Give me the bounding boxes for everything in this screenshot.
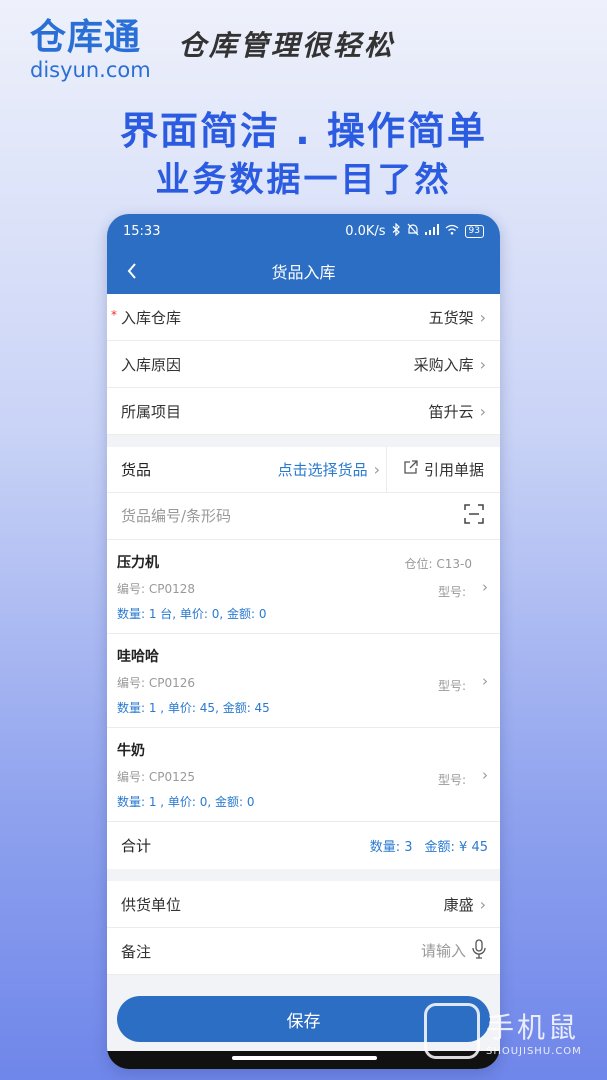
watermark: 手机鼠 SHOUJISHU.COM <box>424 1003 582 1059</box>
supplier-label: 供货单位 <box>121 895 182 914</box>
item-quantity: 数量: 1 , 单价: 0, 金额: 0 <box>117 795 255 809</box>
project-value: 笛升云 <box>428 402 474 421</box>
section-gap <box>107 435 500 447</box>
note-row: 备注 <box>107 928 500 975</box>
item-model: 型号: <box>437 773 466 787</box>
chevron-right-icon: › <box>479 401 486 421</box>
goods-search-row <box>107 493 500 540</box>
item-model: 型号: <box>437 679 466 693</box>
item-name: 牛奶 <box>117 743 145 759</box>
reason-label: 入库原因 <box>121 355 182 374</box>
chevron-right-icon: › <box>373 460 380 479</box>
warehouse-row[interactable]: * 入库仓库 五货架 › <box>107 294 500 341</box>
chevron-left-icon[interactable] <box>121 258 143 284</box>
item-name: 哇哈哈 <box>117 649 159 665</box>
reference-document-button[interactable]: 引用单据 <box>387 459 500 480</box>
battery-icon: 93 <box>464 224 484 238</box>
watermark-logo-icon <box>424 1003 480 1059</box>
total-row: 合计 数量: 3 金额: ¥ 45 <box>107 822 500 869</box>
slogan: 仓库管理很轻松 <box>178 29 396 62</box>
select-goods-label: 点击选择货品 <box>277 461 368 479</box>
item-quantity: 数量: 1 , 单价: 45, 金额: 45 <box>117 701 270 715</box>
goods-list-item[interactable]: 哇哈哈 编号: CP0126 型号: › 数量: 1 , 单价: 45, 金额:… <box>107 634 500 728</box>
mute-bell-icon <box>407 223 419 240</box>
watermark-domain: SHOUJISHU.COM <box>486 1045 582 1057</box>
required-mark: * <box>111 308 117 322</box>
note-input[interactable] <box>316 942 466 960</box>
headline-primary: 界面简洁 . 操作简单 <box>120 109 487 153</box>
supplier-value: 康盛 <box>443 895 474 914</box>
microphone-icon[interactable] <box>472 939 486 963</box>
reference-document-label: 引用单据 <box>423 461 484 479</box>
brand-name: 仓库通 <box>30 17 142 58</box>
item-code: 编号: CP0126 <box>117 676 196 690</box>
headline-secondary: 业务数据一目了然 <box>155 160 452 200</box>
network-speed: 0.0K/s <box>345 223 386 239</box>
total-amount: 金额: ¥ 45 <box>424 840 488 855</box>
home-indicator[interactable] <box>232 1056 377 1060</box>
reason-row[interactable]: 入库原因 采购入库 › <box>107 341 500 388</box>
scan-icon[interactable] <box>464 504 484 528</box>
page-title: 货品入库 <box>271 263 336 282</box>
item-quantity: 数量: 1 台, 单价: 0, 金额: 0 <box>117 607 267 621</box>
item-code: 编号: CP0128 <box>117 582 196 596</box>
supplier-row[interactable]: 供货单位 康盛 › <box>107 881 500 928</box>
item-code: 编号: CP0125 <box>117 770 196 784</box>
chevron-right-icon: › <box>482 766 488 784</box>
share-arrow-icon <box>403 460 418 479</box>
item-model: 型号: <box>437 585 466 599</box>
brand-logo: 仓库通 disyun.com <box>30 17 151 83</box>
item-location: 仓位: C13-0 <box>404 557 472 571</box>
project-row[interactable]: 所属项目 笛升云 › <box>107 388 500 435</box>
chevron-right-icon: › <box>479 894 486 914</box>
phone-screen: 15:33 0.0K/s 93 货品入库 * 入库仓库 五货架 › 入库原因 采… <box>107 214 500 1069</box>
watermark-text: 手机鼠 <box>486 1010 580 1044</box>
warehouse-value: 五货架 <box>428 308 474 327</box>
status-time: 15:33 <box>123 223 161 239</box>
warehouse-label: 入库仓库 <box>121 308 182 327</box>
total-label: 合计 <box>121 837 152 855</box>
total-quantity: 数量: 3 <box>369 840 413 855</box>
project-label: 所属项目 <box>121 402 182 421</box>
note-label: 备注 <box>121 942 152 961</box>
nav-bar: 货品入库 <box>107 248 500 294</box>
goods-list-item[interactable]: 牛奶 编号: CP0125 型号: › 数量: 1 , 单价: 0, 金额: 0 <box>107 728 500 822</box>
reason-value: 采购入库 <box>413 355 474 374</box>
chevron-right-icon: › <box>479 307 486 327</box>
chevron-right-icon: › <box>482 578 488 596</box>
goods-code-input[interactable] <box>121 507 421 525</box>
select-goods-button[interactable]: 点击选择货品 › <box>278 459 380 480</box>
section-gap <box>107 869 500 881</box>
goods-label: 货品 <box>121 461 152 479</box>
brand-domain: disyun.com <box>30 58 151 82</box>
status-icons: 0.0K/s 93 <box>345 222 484 240</box>
wifi-icon <box>445 224 459 239</box>
bluetooth-icon <box>392 222 401 240</box>
goods-row: 货品 点击选择货品 › 引用单据 <box>107 447 500 493</box>
chevron-right-icon: › <box>479 354 486 374</box>
goods-list-item[interactable]: 压力机 仓位: C13-0 编号: CP0128 型号: › 数量: 1 台, … <box>107 540 500 634</box>
chevron-right-icon: › <box>482 672 488 690</box>
status-bar: 15:33 0.0K/s 93 <box>107 214 500 248</box>
signal-icon <box>424 223 439 239</box>
